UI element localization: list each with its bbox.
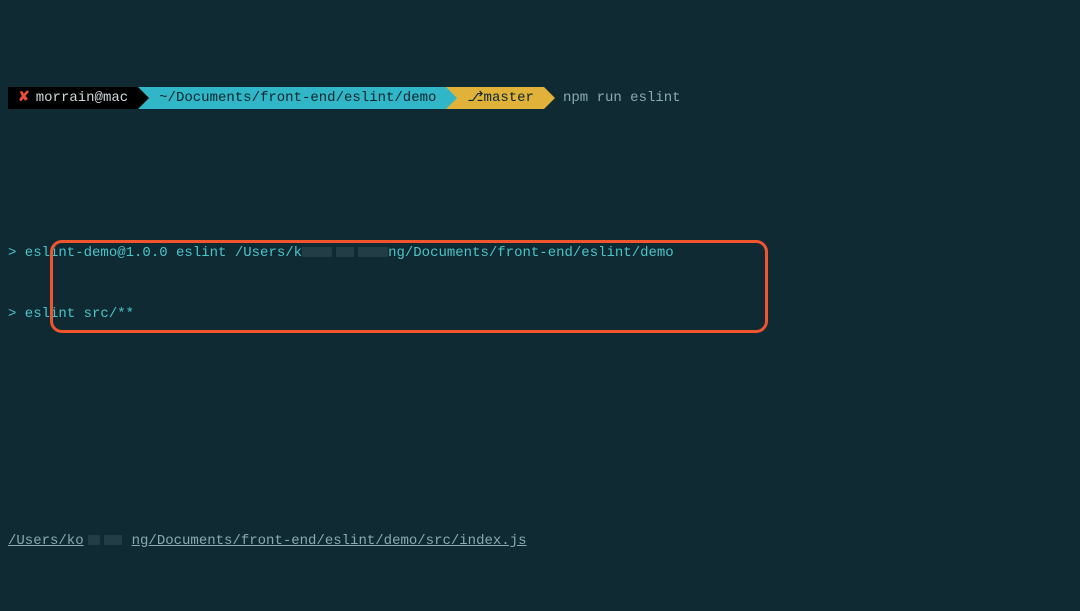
branch-name: master xyxy=(484,88,534,108)
powerline-sep-icon xyxy=(544,87,555,109)
shell-prompt: ✘ morrain@mac ~/Documents/front-end/eslin… xyxy=(8,87,1072,109)
git-branch-icon: ⎇ xyxy=(467,88,483,108)
terminal[interactable]: ✘ morrain@mac ~/Documents/front-end/eslin… xyxy=(0,0,1080,611)
prompt-branch: ⎇ master xyxy=(457,87,544,109)
npm-run-subheader: > eslint src/** xyxy=(8,304,1072,324)
status-x-icon: ✘ xyxy=(18,88,30,108)
npm-run-header: > eslint-demo@1.0.0 eslint /Users/kng/Do… xyxy=(8,243,1072,263)
prompt-username: morrain@mac xyxy=(36,88,128,108)
powerline-sep-icon xyxy=(138,87,149,109)
prompt-path: ~/Documents/front-end/eslint/demo xyxy=(149,87,446,109)
file-path: /Users/kong/Documents/front-end/eslint/d… xyxy=(8,531,1072,551)
powerline-sep-icon xyxy=(446,87,457,109)
command-input[interactable]: npm run eslint xyxy=(555,87,681,109)
prompt-user: ✘ morrain@mac xyxy=(8,87,138,109)
lint-results-js: 1:5error'a' is never reassigned. Use 'co… xyxy=(8,592,1072,611)
